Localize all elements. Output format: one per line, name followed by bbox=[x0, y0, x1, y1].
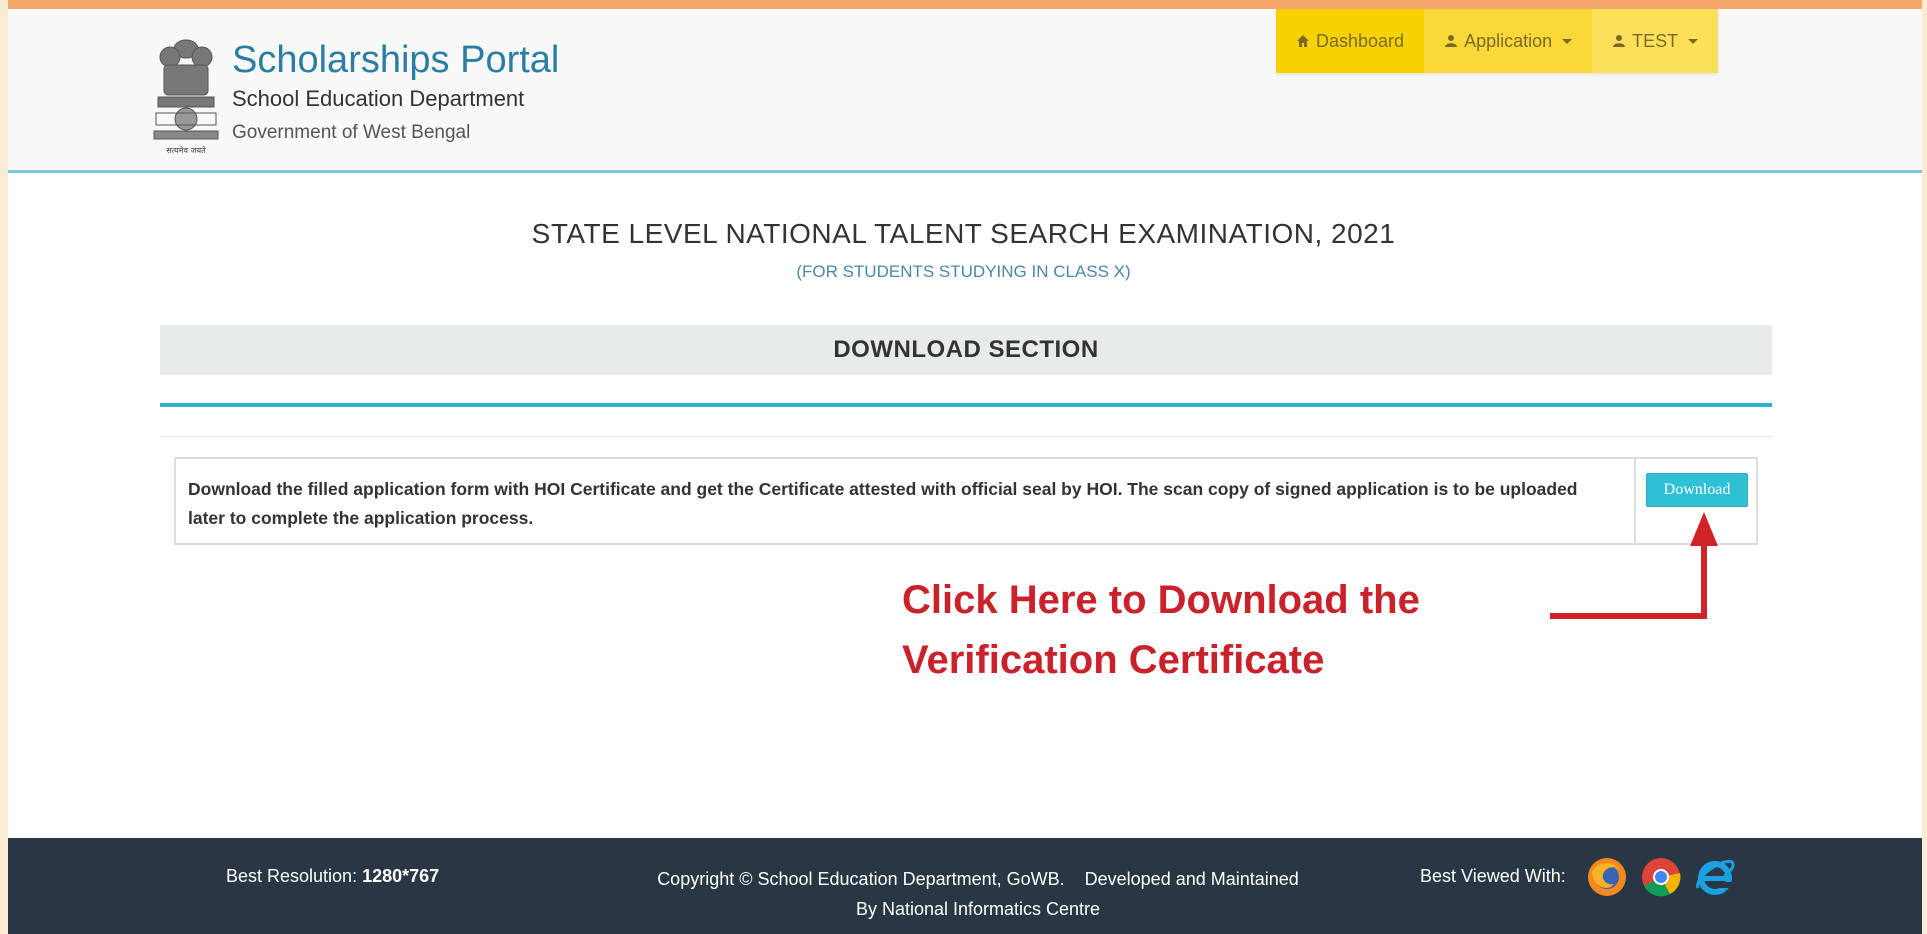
department-name: School Education Department bbox=[232, 86, 525, 111]
section-title: DOWNLOAD SECTION bbox=[160, 325, 1772, 375]
copyright: Copyright © School Education Department,… bbox=[588, 864, 1368, 924]
copyright-line-1: Copyright © School Education Department,… bbox=[657, 869, 1299, 889]
nav-application-label: Application bbox=[1464, 30, 1553, 51]
annotation-line-2: Verification Certificate bbox=[902, 638, 1325, 682]
user-icon bbox=[1613, 35, 1626, 47]
chevron-down-icon bbox=[1562, 38, 1573, 44]
portal-title[interactable]: Scholarships Portal bbox=[232, 39, 559, 82]
best-resolution-value: 1280*767 bbox=[362, 866, 440, 886]
annotation-line-1: Click Here to Download the bbox=[902, 578, 1420, 622]
section-divider-light bbox=[160, 436, 1772, 437]
nav-dashboard-label: Dashboard bbox=[1316, 30, 1405, 51]
annotation-text: Click Here to Download the Verification … bbox=[902, 570, 1420, 690]
page-header: सत्यमेव जयते Scholarships Portal School … bbox=[8, 9, 1922, 173]
main-nav: Dashboard Application TEST bbox=[1276, 9, 1719, 73]
firefox-icon bbox=[1588, 858, 1626, 896]
state-emblem-icon: सत्यमेव जयते bbox=[153, 39, 219, 155]
svg-text:सत्यमेव जयते: सत्यमेव जयते bbox=[166, 145, 206, 155]
nav-user-menu[interactable]: TEST bbox=[1592, 9, 1719, 73]
chrome-icon bbox=[1642, 858, 1681, 897]
government-name: Government of West Bengal bbox=[232, 122, 471, 143]
exam-title: STATE LEVEL NATIONAL TALENT SEARCH EXAMI… bbox=[531, 218, 1396, 249]
best-viewed-label: Best Viewed With: bbox=[1420, 866, 1566, 886]
exam-subtitle: (FOR STUDENTS STUDYING IN CLASS X) bbox=[796, 262, 1131, 281]
nav-dashboard[interactable]: Dashboard bbox=[1276, 9, 1425, 73]
nav-application[interactable]: Application bbox=[1424, 9, 1593, 73]
nav-user-label: TEST bbox=[1632, 30, 1679, 51]
chevron-down-icon bbox=[1688, 38, 1699, 44]
best-resolution-label: Best Resolution: bbox=[226, 866, 358, 886]
copyright-line-2: By National Informatics Centre bbox=[855, 899, 1101, 919]
top-accent-bar bbox=[8, 0, 1922, 9]
section-divider bbox=[160, 403, 1772, 407]
page-footer: Best Resolution: 1280*767 Copyright © Sc… bbox=[8, 838, 1922, 934]
download-button[interactable]: Download bbox=[1646, 473, 1748, 507]
best-resolution: Best Resolution: 1280*767 bbox=[226, 866, 439, 887]
home-icon bbox=[1297, 35, 1309, 47]
arrow-annotation-icon bbox=[1550, 512, 1718, 619]
user-icon bbox=[1445, 35, 1458, 47]
internet-explorer-icon bbox=[1696, 859, 1735, 895]
download-description: Download the filled application form wit… bbox=[188, 479, 1578, 528]
browser-icons bbox=[1586, 856, 1736, 898]
download-row: Download the filled application form wit… bbox=[174, 457, 1758, 545]
